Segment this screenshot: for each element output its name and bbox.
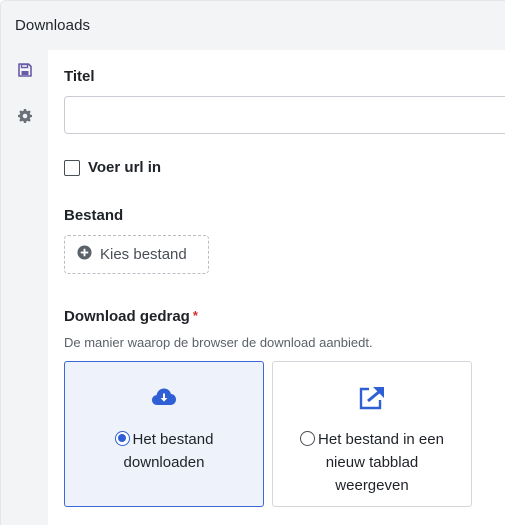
title-label: Titel — [64, 68, 95, 85]
option-new-tab-line1: Het bestand in een — [318, 431, 444, 448]
url-checkbox[interactable] — [64, 159, 80, 176]
radio-download[interactable] — [114, 431, 130, 446]
required-marker: * — [192, 308, 198, 323]
download-behavior-heading: Download gedrag * — [64, 308, 198, 325]
title-input[interactable] — [64, 96, 505, 134]
file-label: Bestand — [64, 207, 124, 224]
choose-file-button[interactable]: Kies bestand — [64, 235, 209, 274]
download-behavior-hint: De manier waarop de browser de download … — [64, 335, 373, 350]
window-title: Downloads — [15, 17, 91, 34]
option-new-tab[interactable]: Het bestand in een nieuw tabblad weergev… — [272, 361, 472, 507]
sidebar-item-settings[interactable] — [1, 96, 49, 140]
gear-icon — [18, 108, 32, 128]
cloud-download-icon — [151, 386, 177, 411]
sidebar-item-content[interactable] — [1, 50, 53, 94]
url-checkbox-row[interactable]: Voer url in — [64, 159, 161, 176]
content-panel: Titel Voer url in Bestand Kies bestand D… — [48, 50, 505, 525]
option-download-line1: Het bestand — [132, 431, 214, 448]
external-link-icon — [359, 386, 385, 415]
sidebar — [1, 50, 53, 525]
save-icon — [18, 62, 32, 82]
window-header: Downloads — [1, 1, 505, 50]
radio-new-tab[interactable] — [300, 431, 316, 446]
option-new-tab-line3: weergeven — [335, 477, 409, 494]
downloads-window: Downloads Titel Voer url in Bestand Kies… — [0, 0, 505, 525]
option-download[interactable]: Het bestand downloaden — [64, 361, 264, 507]
option-new-tab-line2: nieuw tabblad — [325, 454, 419, 471]
choose-file-label: Kies bestand — [100, 246, 187, 263]
download-behavior-label: Download gedrag — [64, 308, 190, 325]
plus-circle-icon — [77, 244, 92, 265]
option-download-line2: downloaden — [123, 454, 205, 471]
url-checkbox-label[interactable]: Voer url in — [88, 159, 161, 176]
